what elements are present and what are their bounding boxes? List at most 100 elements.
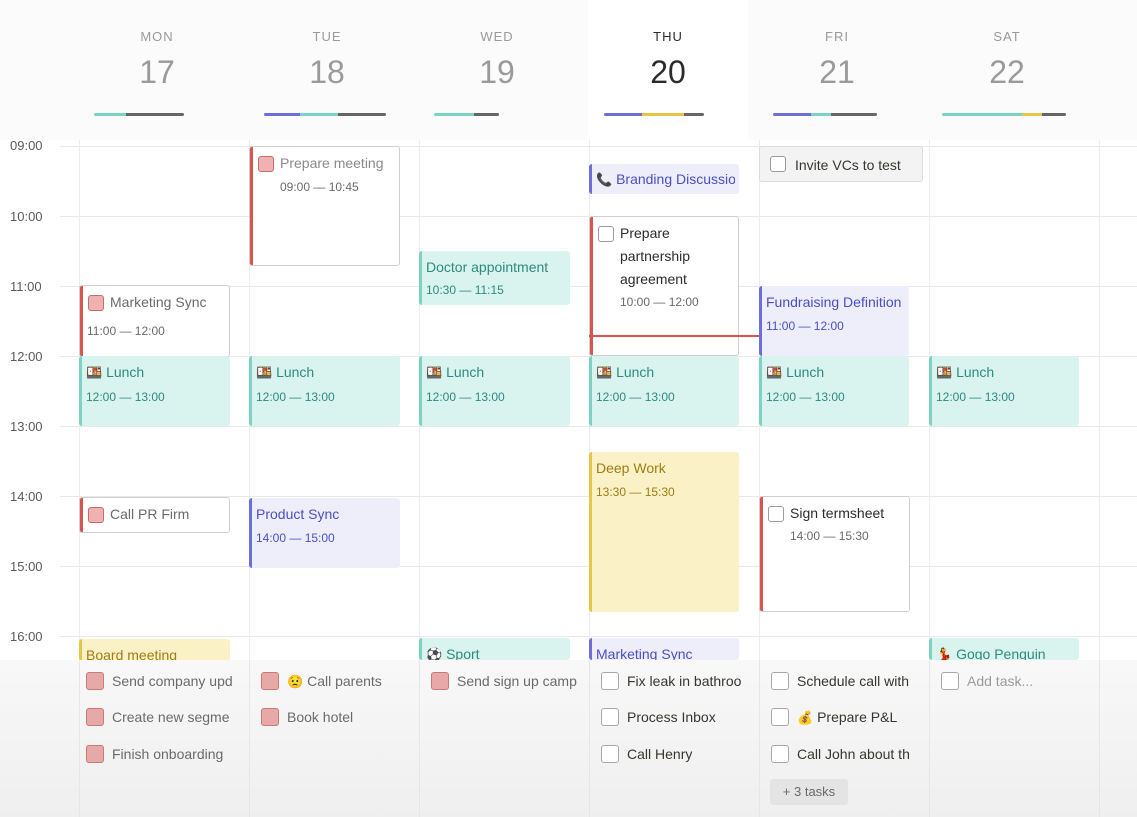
day-name: FRI: [825, 29, 849, 44]
task-checkbox[interactable]: [86, 672, 104, 690]
task-checkbox[interactable]: [601, 745, 619, 763]
event-invite-vcs[interactable]: Invite VCs to test: [759, 146, 923, 182]
task-checkbox[interactable]: [768, 506, 784, 522]
event-title: Invite VCs to test: [795, 157, 901, 173]
event-branding-discussion[interactable]: 📞 Branding Discussion: [589, 164, 739, 194]
event-title: Lunch: [616, 364, 655, 380]
task-label: Book hotel: [287, 709, 354, 725]
event-time: 10:00 — 12:00: [620, 295, 699, 309]
time-label: 16:00: [10, 629, 43, 644]
event-lunch-tue[interactable]: 🍱 Lunch 12:00 — 13:00: [249, 356, 400, 426]
calendar-app: MON 17 TUE 18 WED 19 THU 20 FRI 21 SAT 2…: [0, 0, 1137, 817]
task-checkbox[interactable]: [88, 295, 104, 311]
task-checkbox[interactable]: [431, 672, 449, 690]
task-checkbox[interactable]: [598, 226, 614, 242]
task-checkbox[interactable]: [86, 708, 104, 726]
event-title: Marketing Sync: [596, 646, 693, 660]
day-header-thu[interactable]: THU 20: [588, 0, 748, 140]
time-label: 09:00: [10, 138, 43, 153]
task-checkbox[interactable]: [601, 672, 619, 690]
event-product-sync[interactable]: Product Sync 14:00 — 15:00: [249, 498, 400, 568]
task-checkbox[interactable]: [86, 745, 104, 763]
day-header-wed[interactable]: WED 19: [417, 0, 577, 140]
task-checkbox[interactable]: [770, 156, 786, 172]
event-title: Product Sync: [256, 506, 340, 522]
event-title: Call PR Firm: [110, 506, 190, 522]
event-lunch-wed[interactable]: 🍱 Lunch 12:00 — 13:00: [419, 356, 570, 426]
task-item[interactable]: 💰 Prepare P&L: [771, 706, 925, 728]
event-marketing-sync-mon[interactable]: Marketing Sync 11:00 — 12:00: [79, 285, 230, 357]
event-time: 10:30 — 11:15: [426, 283, 504, 297]
event-title-line: agreement: [620, 271, 687, 287]
event-gogo-penguin[interactable]: 💃 Gogo Penguin: [929, 638, 1079, 660]
event-lunch-thu[interactable]: 🍱 Lunch 12:00 — 13:00: [589, 356, 739, 426]
day-name: WED: [480, 29, 514, 44]
event-title: Lunch: [956, 364, 995, 380]
task-item[interactable]: Schedule call with: [771, 670, 925, 692]
task-label: Process Inbox: [627, 709, 716, 725]
week-header: MON 17 TUE 18 WED 19 THU 20 FRI 21 SAT 2…: [0, 0, 1137, 140]
task-item[interactable]: Send sign up camp: [431, 670, 585, 692]
task-checkbox[interactable]: [601, 708, 619, 726]
event-time: 12:00 — 13:00: [596, 390, 675, 404]
task-item[interactable]: Book hotel: [261, 706, 411, 728]
add-task-input[interactable]: Add task...: [941, 670, 1091, 692]
event-time: 09:00 — 10:45: [280, 180, 359, 194]
dance-icon: 💃: [936, 647, 953, 660]
current-time-indicator: [589, 335, 759, 337]
task-checkbox[interactable]: [771, 672, 789, 690]
day-header-fri[interactable]: FRI 21: [757, 0, 917, 140]
task-item[interactable]: Create new segme: [86, 706, 246, 728]
task-checkbox[interactable]: [258, 156, 274, 172]
event-lunch-mon[interactable]: 🍱 Lunch 12:00 — 13:00: [79, 356, 230, 426]
day-number: 17: [139, 54, 175, 90]
task-label: Prepare P&L: [817, 709, 898, 725]
event-title: Sign termsheet: [790, 505, 885, 521]
event-lunch-fri[interactable]: 🍱 Lunch 12:00 — 13:00: [759, 356, 909, 426]
task-checkbox[interactable]: [771, 745, 789, 763]
task-item[interactable]: Send company upd: [86, 670, 246, 692]
day-progress-bar: [94, 113, 184, 116]
task-item[interactable]: Call John about th: [771, 743, 925, 765]
event-title: Marketing Sync: [110, 294, 207, 310]
time-label: 10:00: [10, 209, 43, 224]
task-checkbox[interactable]: [261, 708, 279, 726]
day-progress-bar: [773, 113, 877, 116]
event-doctor-appointment[interactable]: Doctor appointment 10:30 — 11:15: [419, 251, 570, 305]
event-title: Branding Discussion: [616, 171, 735, 187]
event-title-line: partnership: [620, 248, 691, 264]
money-bag-icon: 💰: [797, 710, 814, 725]
task-item[interactable]: Finish onboarding: [86, 743, 246, 765]
more-tasks-button[interactable]: + 3 tasks: [770, 779, 848, 805]
day-header-mon[interactable]: MON 17: [77, 0, 237, 140]
task-item[interactable]: Call Henry: [601, 743, 755, 765]
event-title: Sport: [446, 646, 480, 660]
task-label: Finish onboarding: [112, 746, 224, 762]
day-progress-bar: [434, 113, 499, 116]
event-sign-termsheet[interactable]: Sign termsheet 14:00 — 15:30: [759, 496, 910, 612]
event-prepare-meeting[interactable]: Prepare meeting 09:00 — 10:45: [249, 146, 400, 266]
event-title: Lunch: [446, 364, 485, 380]
event-board-meeting[interactable]: Board meeting: [79, 639, 230, 661]
event-deep-work[interactable]: Deep Work 13:30 — 15:30: [589, 452, 739, 612]
task-label: Send company upd: [112, 673, 233, 689]
task-checkbox[interactable]: [771, 708, 789, 726]
event-sport[interactable]: ⚽ Sport: [419, 638, 570, 660]
day-number: 22: [989, 54, 1025, 90]
day-header-sat[interactable]: SAT 22: [927, 0, 1087, 140]
day-name: MON: [140, 29, 174, 44]
task-item[interactable]: Fix leak in bathroo: [601, 670, 755, 692]
task-checkbox[interactable]: [88, 507, 104, 523]
event-lunch-sat[interactable]: 🍱 Lunch 12:00 — 13:00: [929, 356, 1079, 426]
day-number: 19: [479, 54, 515, 90]
task-checkbox[interactable]: [261, 672, 279, 690]
task-label: Send sign up camp: [457, 673, 577, 689]
task-item[interactable]: 😟 Call parents: [261, 670, 411, 692]
time-label: 13:00: [10, 419, 43, 434]
event-marketing-sync-thu[interactable]: Marketing Sync: [589, 638, 739, 660]
bento-icon: 🍱: [596, 365, 613, 380]
event-call-pr-firm[interactable]: Call PR Firm: [79, 497, 230, 533]
event-fundraising-definition[interactable]: Fundraising Definition 11:00 — 12:00: [759, 286, 909, 356]
day-header-tue[interactable]: TUE 18: [247, 0, 407, 140]
task-item[interactable]: Process Inbox: [601, 706, 755, 728]
